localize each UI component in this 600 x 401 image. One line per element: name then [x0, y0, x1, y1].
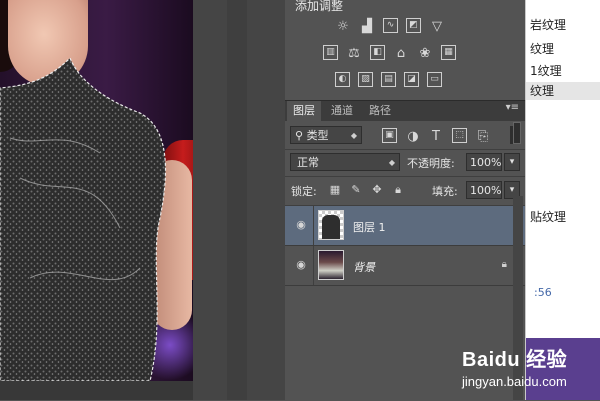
- shape-filter-icon[interactable]: ⬚: [452, 128, 467, 143]
- threshold-icon[interactable]: ▤: [381, 72, 396, 87]
- layer-row-background[interactable]: ◉ 背景 🔒︎: [285, 246, 525, 286]
- black-white-icon[interactable]: ◧: [370, 45, 385, 60]
- divider: [285, 149, 525, 150]
- list-item[interactable]: 1纹理: [530, 62, 562, 79]
- layer-filter-label: 类型: [306, 129, 329, 142]
- divider: [285, 176, 525, 177]
- list-item[interactable]: 岩纹理: [530, 16, 566, 33]
- adjustments-panel: 添加调整 ☼ ▟ ∿ ◩ ▽ ▥ ⚖ ◧ ⌂ ❀ ▦ ◐ ▨ ▤ ◪ ▭: [285, 0, 525, 100]
- channel-mixer-icon[interactable]: ❀: [417, 45, 433, 61]
- brightness-icon[interactable]: ☼: [335, 18, 351, 34]
- smart-object-filter-icon[interactable]: ⎘: [475, 128, 491, 144]
- list-item[interactable]: 贴纹理: [530, 208, 566, 225]
- list-item[interactable]: 纹理: [526, 82, 600, 100]
- lock-transparency-icon[interactable]: ▦: [329, 183, 341, 195]
- list-item[interactable]: 纹理: [530, 40, 554, 57]
- lock-image-icon[interactable]: ✎: [350, 183, 362, 195]
- curves-icon[interactable]: ∿: [383, 18, 398, 33]
- fill-label: 填充:: [432, 185, 458, 198]
- eye-icon[interactable]: ◉: [295, 219, 307, 231]
- hue-saturation-icon[interactable]: ⚖: [346, 45, 362, 61]
- search-icon: ⚲: [295, 129, 307, 142]
- adjustments-title: 添加调整: [295, 0, 344, 13]
- blend-mode-value: 正常: [297, 156, 319, 169]
- invert-icon[interactable]: ◐: [335, 72, 350, 87]
- divider: [313, 246, 314, 285]
- color-balance-icon[interactable]: ▥: [323, 45, 338, 60]
- canvas-bottom-margin: [0, 381, 193, 400]
- tab-paths[interactable]: 路径: [363, 101, 397, 121]
- adjustment-filter-icon[interactable]: ◑: [405, 128, 421, 144]
- lock-label: 锁定:: [291, 185, 317, 198]
- adjustments-row-2: ▥ ⚖ ◧ ⌂ ❀ ▦: [323, 45, 456, 61]
- fill-input[interactable]: 100%: [466, 181, 502, 199]
- lock-position-icon[interactable]: ✥: [371, 183, 383, 195]
- watermark-url: jingyan.baidu.com: [462, 374, 567, 389]
- photo-filter-icon[interactable]: ⌂: [393, 45, 409, 61]
- layer-filter-row: ⚲ 类型 ◆ ▣ ◑ T ⬚ ⎘: [285, 123, 525, 147]
- posterize-icon[interactable]: ▨: [358, 72, 373, 87]
- levels-icon[interactable]: ▟: [359, 18, 375, 34]
- panel-menu-icon[interactable]: ▾≡: [506, 102, 519, 113]
- lock-all-icon[interactable]: 🔒︎: [392, 183, 404, 195]
- layer-filter-select[interactable]: ⚲ 类型 ◆: [290, 126, 362, 144]
- scrollbar-thumb[interactable]: [513, 122, 521, 144]
- type-filter-icon[interactable]: T: [428, 128, 444, 144]
- tab-layers[interactable]: 图层: [287, 101, 321, 121]
- blend-mode-select[interactable]: 正常 ◆: [290, 153, 400, 171]
- timestamp: :56: [534, 286, 552, 299]
- adjustments-row-3: ◐ ▨ ▤ ◪ ▭: [335, 72, 442, 87]
- selective-color-icon[interactable]: ◪: [404, 72, 419, 87]
- layer-name[interactable]: 图层 1: [353, 219, 386, 235]
- watermark-brand: Baidu 经验: [462, 349, 568, 371]
- lock-options: ▦ ✎ ✥ 🔒︎: [329, 183, 404, 195]
- chevron-down-icon: ◆: [388, 158, 395, 167]
- chevron-down-icon: ◆: [350, 131, 357, 140]
- layer-thumbnail: [318, 250, 344, 280]
- eye-icon[interactable]: ◉: [295, 259, 307, 271]
- panel-tabs: 图层 通道 路径 ▾≡: [285, 101, 525, 121]
- canvas-document[interactable]: [0, 0, 193, 381]
- opacity-input[interactable]: 100%: [466, 153, 502, 171]
- vibrance-icon[interactable]: ▽: [429, 18, 445, 34]
- workspace-divider: [227, 0, 247, 400]
- tab-channels[interactable]: 通道: [325, 101, 359, 121]
- adjustments-row-1: ☼ ▟ ∿ ◩ ▽: [335, 18, 445, 34]
- baidu-watermark: Baidu 经验 jingyan.baidu.com: [462, 338, 600, 400]
- layer-row-layer-1[interactable]: ◉ 图层 1: [285, 206, 525, 246]
- selected-dress-region[interactable]: [0, 56, 172, 381]
- layer-name[interactable]: 背景: [353, 259, 375, 275]
- opacity-dropdown-button[interactable]: ▾: [504, 153, 520, 171]
- pixel-filter-icon[interactable]: ▣: [382, 128, 397, 143]
- exposure-icon[interactable]: ◩: [406, 18, 421, 33]
- color-lookup-icon[interactable]: ▦: [441, 45, 456, 60]
- lock-icon: 🔒︎: [501, 259, 507, 270]
- layer-thumbnail: [318, 210, 344, 240]
- gradient-map-icon[interactable]: ▭: [427, 72, 442, 87]
- opacity-label: 不透明度:: [407, 157, 455, 170]
- divider: [313, 206, 314, 245]
